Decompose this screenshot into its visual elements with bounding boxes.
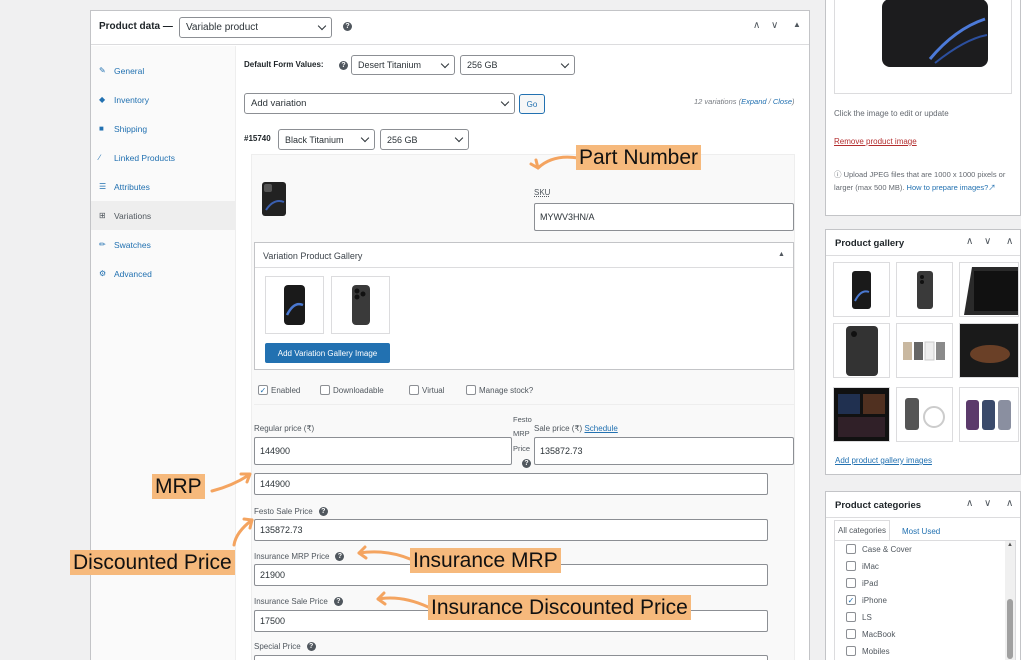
checkbox[interactable] [846, 561, 856, 571]
phone-back-image-icon [846, 326, 878, 376]
checkbox[interactable] [846, 612, 856, 622]
category-label: MacBook [862, 629, 896, 639]
move-icon[interactable]: ∧ [1006, 236, 1013, 247]
divider [826, 517, 1020, 518]
remove-product-image-link[interactable]: Remove product image [834, 137, 917, 146]
gallery-thumb[interactable] [959, 323, 1019, 378]
gallery-thumb[interactable] [896, 262, 953, 317]
product-image-box: Click the image to edit or update Remove… [825, 0, 1021, 216]
gallery-thumb[interactable] [833, 323, 890, 378]
move-down-icon[interactable]: ∨ [984, 498, 991, 509]
product-gallery-box: Product gallery ∧ ∨ ∧ Add product galler… [825, 229, 1021, 475]
annotation-insurance-discounted: Insurance Discounted Price [428, 595, 691, 620]
category-item[interactable]: iPad [846, 578, 878, 588]
move-up-icon[interactable]: ∧ [966, 498, 973, 509]
annotation-insurance-mrp: Insurance MRP [410, 548, 561, 573]
category-item[interactable]: MacBook [846, 629, 895, 639]
divider [826, 255, 1020, 256]
checkbox[interactable] [846, 578, 856, 588]
external-link-icon: ↗ [988, 183, 996, 192]
categories-list: Case & Cover iMac iPad ✓ iPhone LS MacBoo… [834, 540, 1016, 660]
scroll-up-icon[interactable]: ▲ [1007, 542, 1013, 548]
tab-most-used[interactable]: Most Used [902, 527, 940, 536]
divider [834, 159, 835, 160]
how-to-prepare-link[interactable]: How to prepare images? [907, 183, 989, 192]
checkbox[interactable] [846, 629, 856, 639]
annotation-mrp: MRP [152, 474, 205, 499]
phone-back-image-icon [917, 271, 933, 309]
product-image[interactable] [834, 0, 1012, 94]
gallery-thumb[interactable] [959, 262, 1019, 317]
arrow-discounted [232, 518, 254, 547]
category-label: Mobiles [862, 646, 890, 656]
product-categories-title: Product categories [835, 500, 922, 511]
category-item[interactable]: Case & Cover [846, 544, 912, 554]
category-item[interactable]: iMac [846, 561, 879, 571]
cases-image-icon [966, 400, 1011, 430]
category-item[interactable]: Mobiles [846, 646, 890, 656]
category-label: iPad [862, 578, 879, 588]
promo-image-icon [960, 324, 1018, 377]
add-product-gallery-link[interactable]: Add product gallery images [835, 456, 932, 465]
category-label: iMac [862, 561, 879, 571]
scrollbar-thumb[interactable] [1007, 599, 1013, 659]
promo-image-icon [834, 388, 889, 441]
product-gallery-title: Product gallery [835, 238, 905, 249]
phone-image-icon [882, 0, 988, 67]
category-label: iPhone [862, 595, 887, 605]
product-categories-box: Product categories ∧ ∨ ∧ All categories … [825, 491, 1021, 660]
annotation-part-number: Part Number [576, 145, 702, 170]
category-item[interactable]: ✓ iPhone [846, 595, 887, 605]
phones-lineup-image-icon [903, 341, 945, 361]
scrollbar[interactable]: ▲ [1005, 541, 1015, 660]
arrow-insurance-discounted [376, 596, 430, 609]
checkbox[interactable] [846, 544, 856, 554]
gallery-thumb[interactable] [959, 387, 1019, 442]
box-contents-image-icon [905, 398, 945, 430]
gallery-thumb[interactable] [833, 387, 890, 442]
gallery-thumb[interactable] [896, 387, 953, 442]
category-label: Case & Cover [862, 544, 912, 554]
click-image-text: Click the image to edit or update [834, 109, 949, 118]
phone-side-image-icon [964, 267, 1018, 315]
category-label: LS [862, 612, 872, 622]
annotation-discounted: Discounted Price [70, 550, 235, 575]
tab-all-categories[interactable]: All categories [834, 520, 890, 540]
arrow-part-number [536, 155, 580, 170]
gallery-thumb[interactable] [896, 323, 953, 378]
checkbox-checked[interactable]: ✓ [846, 595, 856, 605]
move-up-icon[interactable]: ∧ [966, 236, 973, 247]
checkbox[interactable] [846, 646, 856, 656]
arrow-mrp [210, 473, 251, 493]
move-down-icon[interactable]: ∨ [984, 236, 991, 247]
gallery-thumb[interactable] [833, 262, 890, 317]
category-item[interactable]: LS [846, 612, 872, 622]
upload-note: ⓘ Upload JPEG files that are 1000 x 1000… [834, 168, 1020, 194]
move-icon[interactable]: ∧ [1006, 498, 1013, 509]
info-icon: ⓘ [834, 170, 844, 179]
arrowhead [529, 158, 540, 170]
phone-image-icon [852, 271, 871, 309]
